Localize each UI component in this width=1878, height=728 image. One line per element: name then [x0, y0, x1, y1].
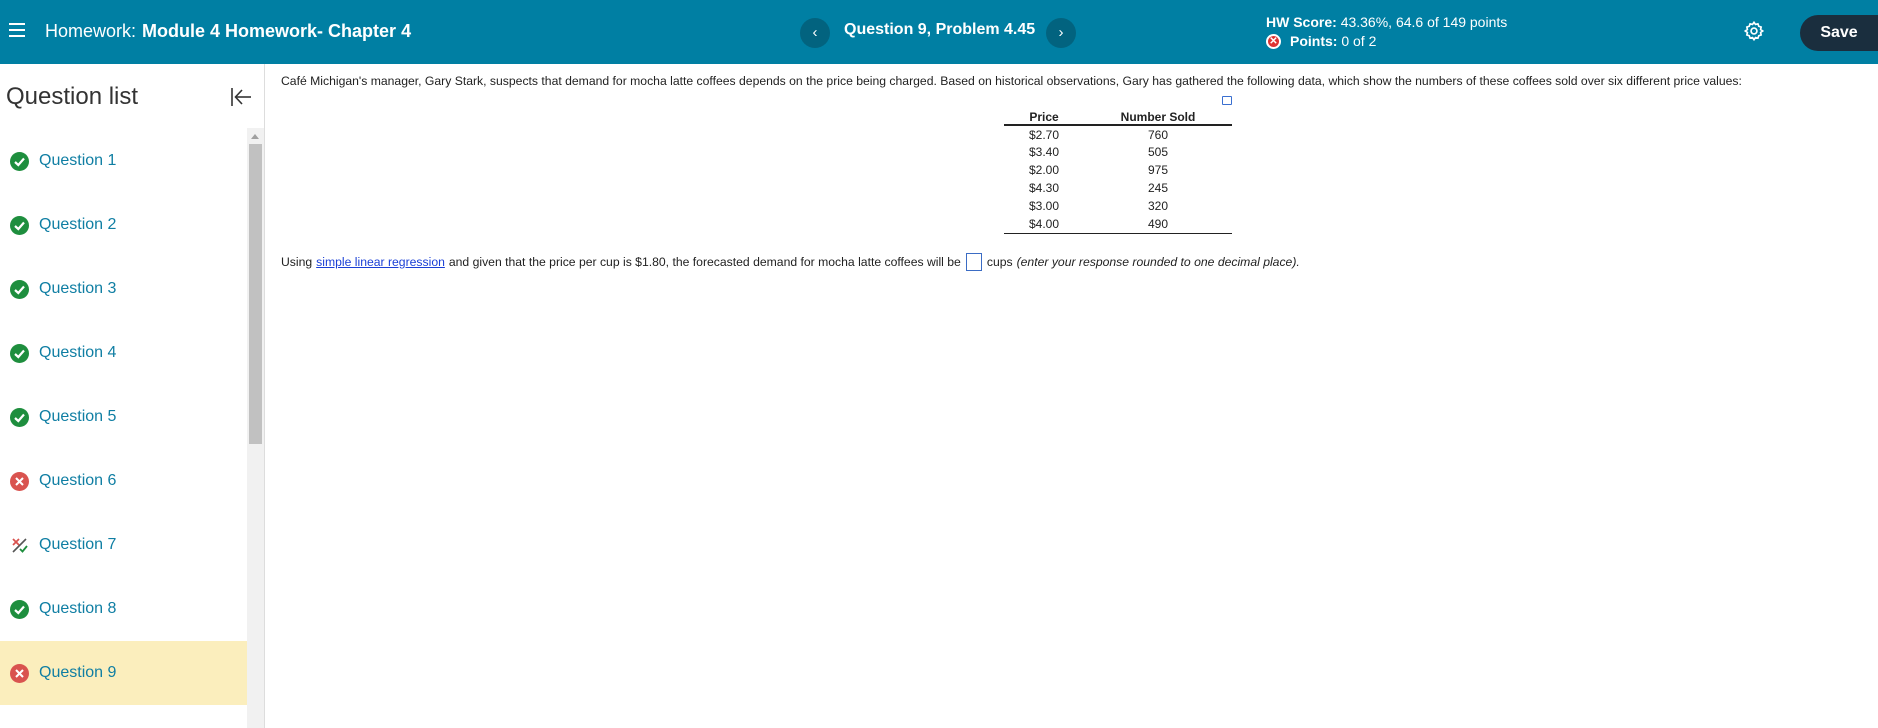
price-cell: $4.30 — [1028, 181, 1060, 195]
question-text-middle: and given that the price per cup is $1.8… — [448, 255, 961, 269]
question-prompt: Using simple linear regression and given… — [281, 253, 1300, 271]
points-value: 0 of 2 — [1341, 33, 1377, 49]
homework-name: Module 4 Homework- Chapter 4 — [142, 21, 412, 41]
number-sold-cell: 320 — [1147, 199, 1169, 213]
sidebar-item-question-6[interactable]: Question 6 — [0, 449, 247, 513]
table-row: $2.00 975 — [1004, 161, 1232, 179]
top-bar: Homework: Module 4 Homework- Chapter 4 ‹ … — [0, 0, 1878, 64]
correct-check-icon — [10, 407, 29, 427]
question-list-title: Question list — [6, 83, 139, 110]
price-cell: $3.40 — [1028, 145, 1060, 159]
table-row: $2.70 760 — [1004, 125, 1232, 143]
sidebar-item-question-5[interactable]: Question 5 — [0, 385, 247, 449]
number-sold-cell: 505 — [1147, 145, 1169, 159]
sidebar-item-question-7[interactable]: Question 7 — [0, 513, 247, 577]
table-row: $3.00 320 — [1004, 197, 1232, 215]
sidebar-item-label: Question 9 — [39, 664, 117, 681]
table-row: $4.30 245 — [1004, 179, 1232, 197]
incorrect-icon: ✕ — [1266, 33, 1281, 49]
question-title: Question 9, Problem 4.45 — [844, 21, 1036, 38]
sidebar-item-question-2[interactable]: Question 2 — [0, 193, 247, 257]
incorrect-x-icon — [10, 471, 29, 491]
sidebar-item-label: Question 3 — [39, 280, 117, 297]
simple-linear-regression-link[interactable]: simple linear regression — [316, 255, 445, 269]
correct-check-icon — [10, 279, 29, 299]
hw-score-label: HW Score: — [1266, 14, 1337, 30]
price-cell: $4.00 — [1004, 215, 1084, 234]
sidebar-scrollbar[interactable] — [247, 128, 264, 728]
sidebar-item-label: Question 1 — [39, 152, 117, 169]
menu-icon[interactable] — [9, 23, 25, 39]
partial-credit-icon — [10, 536, 29, 555]
points: ✕ Points: 0 of 2 — [1266, 33, 1376, 49]
correct-check-icon — [10, 215, 29, 235]
answer-input[interactable] — [965, 253, 982, 271]
correct-check-icon — [10, 343, 29, 363]
points-label: Points: — [1290, 33, 1338, 49]
scrollbar-thumb[interactable] — [249, 144, 262, 444]
price-cell: $2.00 — [1028, 163, 1060, 177]
collapse-sidebar-icon[interactable] — [229, 85, 253, 109]
correct-check-icon — [10, 151, 29, 171]
question-hint: (enter your response rounded to one deci… — [1016, 255, 1300, 269]
table-row: $4.00 490 — [1004, 215, 1232, 234]
save-button[interactable]: Save — [1800, 15, 1878, 51]
column-header-price: Price — [1004, 109, 1084, 126]
number-sold-cell: 490 — [1084, 215, 1232, 234]
hw-score: HW Score: 43.36%, 64.6 of 149 points — [1266, 14, 1507, 30]
sidebar-item-label: Question 5 — [39, 408, 117, 425]
sidebar-item-question-8[interactable]: Question 8 — [0, 577, 247, 641]
homework-title: Homework: Module 4 Homework- Chapter 4 — [45, 21, 411, 42]
incorrect-x-icon — [10, 663, 29, 683]
next-question-button[interactable]: › — [1046, 18, 1076, 48]
price-cell: $3.00 — [1028, 199, 1060, 213]
column-header-number-sold: Number Sold — [1084, 109, 1232, 126]
price-cell: $2.70 — [1028, 127, 1060, 142]
homework-label: Homework: — [45, 21, 137, 41]
question-text-start: Using — [281, 255, 313, 269]
sidebar-item-label: Question 8 — [39, 600, 117, 617]
table-row: $3.40 505 — [1004, 143, 1232, 161]
previous-question-button[interactable]: ‹ — [800, 18, 830, 48]
question-content: Café Michigan's manager, Gary Stark, sus… — [281, 74, 1871, 271]
data-table: Price Number Sold $2.70 760 $3.40 505 $2.0… — [1004, 109, 1232, 234]
sidebar-item-question-4[interactable]: Question 4 — [0, 321, 247, 385]
sidebar-item-question-3[interactable]: Question 3 — [0, 257, 247, 321]
sidebar-item-label: Question 4 — [39, 344, 117, 361]
scroll-up-arrow-icon[interactable] — [251, 134, 259, 139]
sidebar-item-label: Question 7 — [39, 536, 117, 553]
sidebar-item-label: Question 6 — [39, 472, 117, 489]
copy-table-icon[interactable] — [1222, 96, 1232, 105]
settings-gear-icon[interactable] — [1743, 20, 1765, 42]
number-sold-cell: 975 — [1147, 163, 1169, 177]
question-unit: cups — [986, 255, 1013, 269]
correct-check-icon — [10, 599, 29, 619]
question-list-sidebar: Question list Question 1 Question 2 Ques… — [0, 64, 265, 728]
sidebar-item-question-9[interactable]: Question 9 — [0, 641, 247, 705]
hw-score-value: 43.36%, 64.6 of 149 points — [1340, 14, 1508, 30]
problem-statement: Café Michigan's manager, Gary Stark, sus… — [281, 74, 1742, 88]
sidebar-item-question-1[interactable]: Question 1 — [0, 129, 247, 193]
number-sold-cell: 245 — [1147, 181, 1169, 195]
sidebar-item-label: Question 2 — [39, 216, 117, 233]
number-sold-cell: 760 — [1147, 127, 1169, 142]
